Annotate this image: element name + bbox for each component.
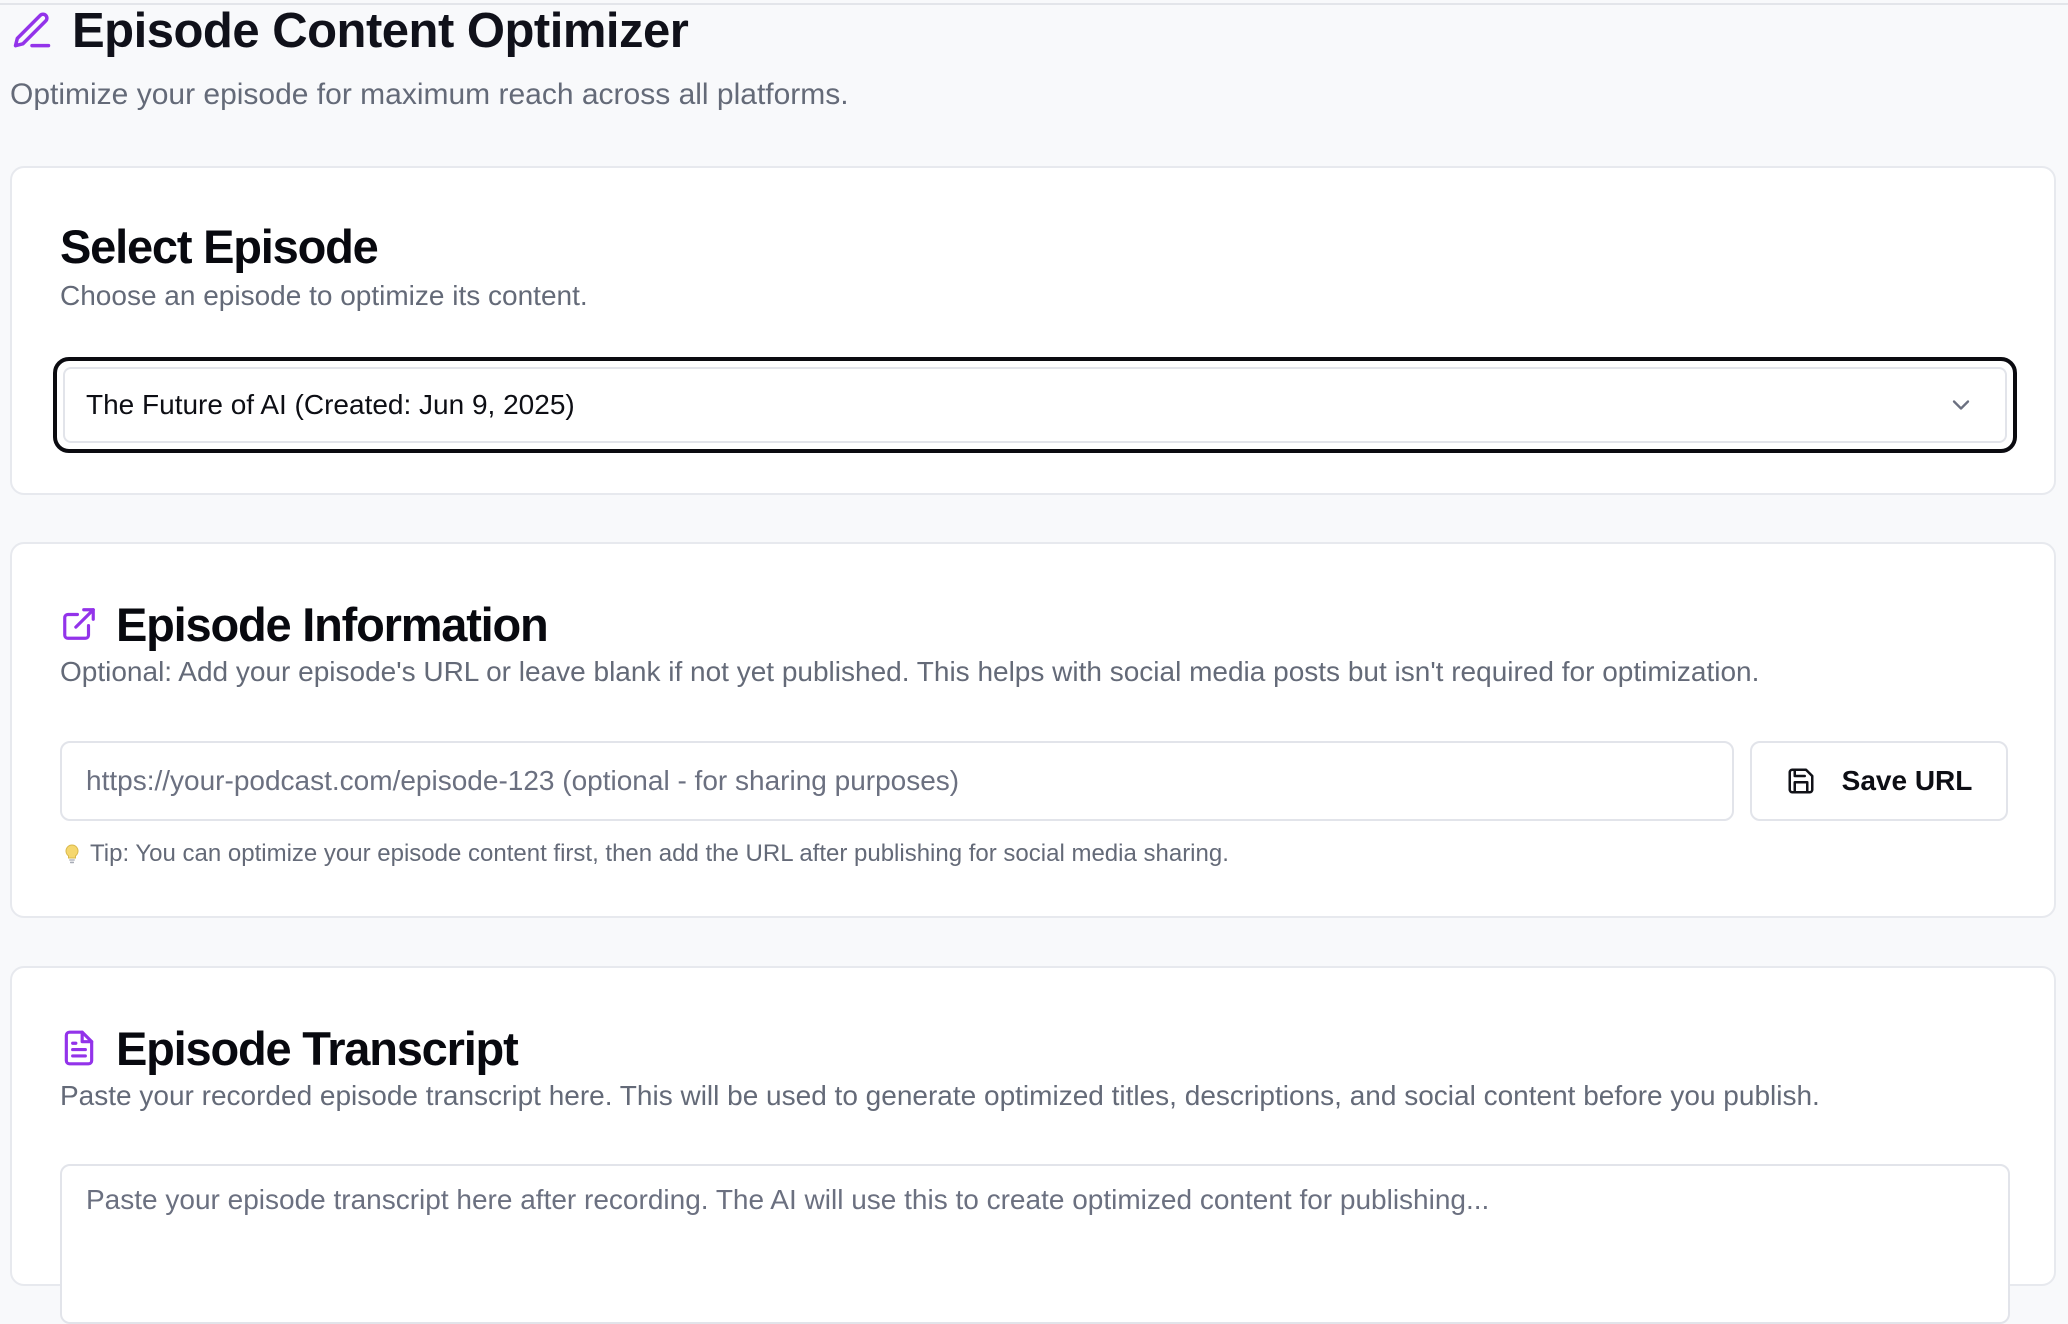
- lightbulb-icon: [65, 844, 79, 864]
- select-episode-title: Select Episode: [60, 219, 379, 273]
- save-url-button[interactable]: Save URL: [1750, 741, 2008, 821]
- episode-transcript-title: Episode Transcript: [116, 1021, 519, 1075]
- save-icon: [1788, 768, 1814, 794]
- chevron-down-icon: [1952, 400, 1970, 410]
- episode-information-title-row: Episode Information: [60, 592, 549, 656]
- select-episode-card: Select Episode Choose an episode to opti…: [10, 166, 2056, 495]
- episode-information-description: Optional: Add your episode's URL or leav…: [60, 656, 1760, 687]
- episode-select-value: The Future of AI (Created: Jun 9, 2025): [86, 389, 575, 420]
- url-tip-text: Tip: You can optimize your episode conte…: [90, 840, 1229, 867]
- url-tip: Tip: You can optimize your episode conte…: [60, 840, 1229, 868]
- transcript-textarea[interactable]: [60, 1164, 2010, 1324]
- episode-select-focus-ring: The Future of AI (Created: Jun 9, 2025): [53, 357, 2017, 453]
- episode-transcript-title-row: Episode Transcript: [60, 1016, 519, 1080]
- select-episode-description: Choose an episode to optimize its conten…: [60, 280, 588, 311]
- page-subtitle: Optimize your episode for maximum reach …: [10, 78, 849, 111]
- save-url-label: Save URL: [1841, 765, 1973, 796]
- external-link-icon: [63, 608, 95, 640]
- file-text-icon: [64, 1030, 94, 1066]
- page-title: Episode Content Optimizer: [72, 4, 689, 58]
- episode-transcript-description: Paste your recorded episode transcript h…: [60, 1080, 1820, 1111]
- episode-transcript-card: Episode Transcript Paste your recorded e…: [10, 966, 2056, 1324]
- episode-information-title: Episode Information: [116, 597, 549, 651]
- episode-information-card: Episode Information Optional: Add your e…: [10, 542, 2056, 918]
- page-header: Episode Content Optimizer Optimize your …: [10, 2, 2050, 112]
- episode-url-input[interactable]: [60, 741, 1734, 821]
- pencil-icon: [13, 12, 51, 48]
- select-episode-title-row: Select Episode: [60, 216, 379, 276]
- page-title-row: Episode Content Optimizer: [10, 2, 2050, 60]
- episode-select[interactable]: The Future of AI (Created: Jun 9, 2025): [63, 367, 2007, 443]
